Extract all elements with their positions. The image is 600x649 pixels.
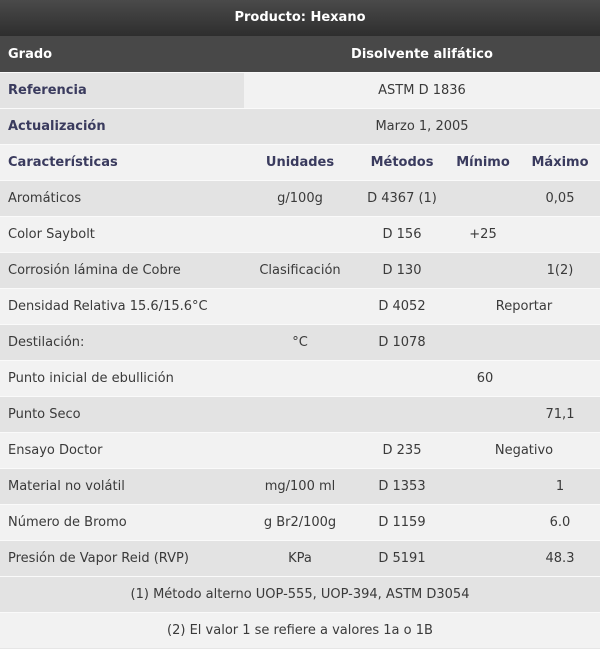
referencia-row: Referencia ASTM D 1836 (0, 72, 600, 108)
footnote-1: (1) Método alterno UOP-555, UOP-394, AST… (0, 576, 600, 612)
cell-metodo: D 1159 (378, 515, 426, 530)
header-maximo: Máximo (531, 155, 589, 170)
cell-unidades: mg/100 ml (264, 479, 336, 494)
header-minimo: Mínimo (456, 155, 510, 170)
table-row: Color Saybolt D 156 +25 (0, 216, 600, 252)
cell-maximo: 6.0 (549, 515, 571, 530)
actualizacion-value: Marzo 1, 2005 (375, 119, 469, 134)
cell-minimo: +25 (469, 227, 497, 242)
table-row: Corrosión lámina de Cobre Clasificación D … (0, 252, 600, 288)
referencia-value: ASTM D 1836 (244, 73, 600, 108)
table-row: Aromáticos g/100g D 4367 (1) 0,05 (0, 180, 600, 216)
table-row: Punto Seco 71,1 (0, 396, 600, 432)
header-unidades: Unidades (265, 155, 335, 170)
cell-minimo: Reportar (495, 299, 553, 314)
actualizacion-row: Actualización Marzo 1, 2005 (0, 108, 600, 144)
row-label: Presión de Vapor Reid (RVP) (8, 551, 189, 566)
product-title: Producto: Hexano (0, 0, 600, 36)
footnote-2: (2) El valor 1 se refiere a valores 1a o… (0, 612, 600, 648)
row-label: Corrosión lámina de Cobre (8, 263, 181, 278)
row-label: Punto inicial de ebullición (8, 371, 174, 386)
cell-unidades: °C (292, 335, 308, 350)
cell-unidades: g Br2/100g (263, 515, 337, 530)
cell-metodo: D 156 (382, 227, 422, 242)
cell-metodo: D 130 (382, 263, 422, 278)
cell-metodo: D 4367 (1) (367, 191, 437, 206)
cell-metodo: D 5191 (378, 551, 426, 566)
cell-unidades: g/100g (277, 191, 323, 206)
cell-metodo: D 1353 (378, 479, 426, 494)
cell-unidades: Clasificación (259, 263, 341, 278)
cell-metodo: D 1078 (378, 335, 426, 350)
table-row: Destilación: °C D 1078 (0, 324, 600, 360)
cell-maximo: 48.3 (545, 551, 575, 566)
referencia-label: Referencia (0, 83, 244, 98)
row-label: Densidad Relativa 15.6/15.6°C (8, 299, 208, 314)
header-row: Características Unidades Métodos Mínimo … (0, 144, 600, 180)
row-label: Ensayo Doctor (8, 443, 103, 458)
grade-row: Grado Disolvente alifático (0, 36, 600, 72)
cell-metodo: D 235 (382, 443, 422, 458)
row-label: Punto Seco (8, 407, 81, 422)
table-row: Material no volátil mg/100 ml D 1353 1 (0, 468, 600, 504)
cell-unidades: KPa (288, 551, 312, 566)
row-label: Aromáticos (8, 191, 82, 206)
table-row: Número de Bromo g Br2/100g D 1159 6.0 (0, 504, 600, 540)
row-label: Número de Bromo (8, 515, 127, 530)
row-label: Color Saybolt (8, 227, 95, 242)
actualizacion-label: Actualización (8, 119, 106, 134)
grade-value: Disolvente alifático (351, 46, 493, 62)
cell-minimo: 60 (476, 371, 494, 386)
cell-maximo: 1 (555, 479, 565, 494)
header-caracteristicas: Características (8, 155, 118, 170)
cell-maximo: 0,05 (545, 191, 575, 206)
table-row: Punto inicial de ebullición 60 (0, 360, 600, 396)
grade-label: Grado (8, 46, 53, 62)
cell-maximo: 71,1 (545, 407, 575, 422)
table-row: Densidad Relativa 15.6/15.6°C D 4052 Repor… (0, 288, 600, 324)
cell-minimo: Negativo (494, 443, 554, 458)
table-row: Ensayo Doctor D 235 Negativo (0, 432, 600, 468)
row-label: Destilación: (8, 335, 85, 350)
cell-maximo: 1(2) (546, 263, 574, 278)
table-row: Presión de Vapor Reid (RVP) KPa D 5191 48.3 (0, 540, 600, 576)
row-label: Material no volátil (8, 479, 125, 494)
cell-metodo: D 4052 (378, 299, 426, 314)
header-metodos: Métodos (370, 155, 434, 170)
